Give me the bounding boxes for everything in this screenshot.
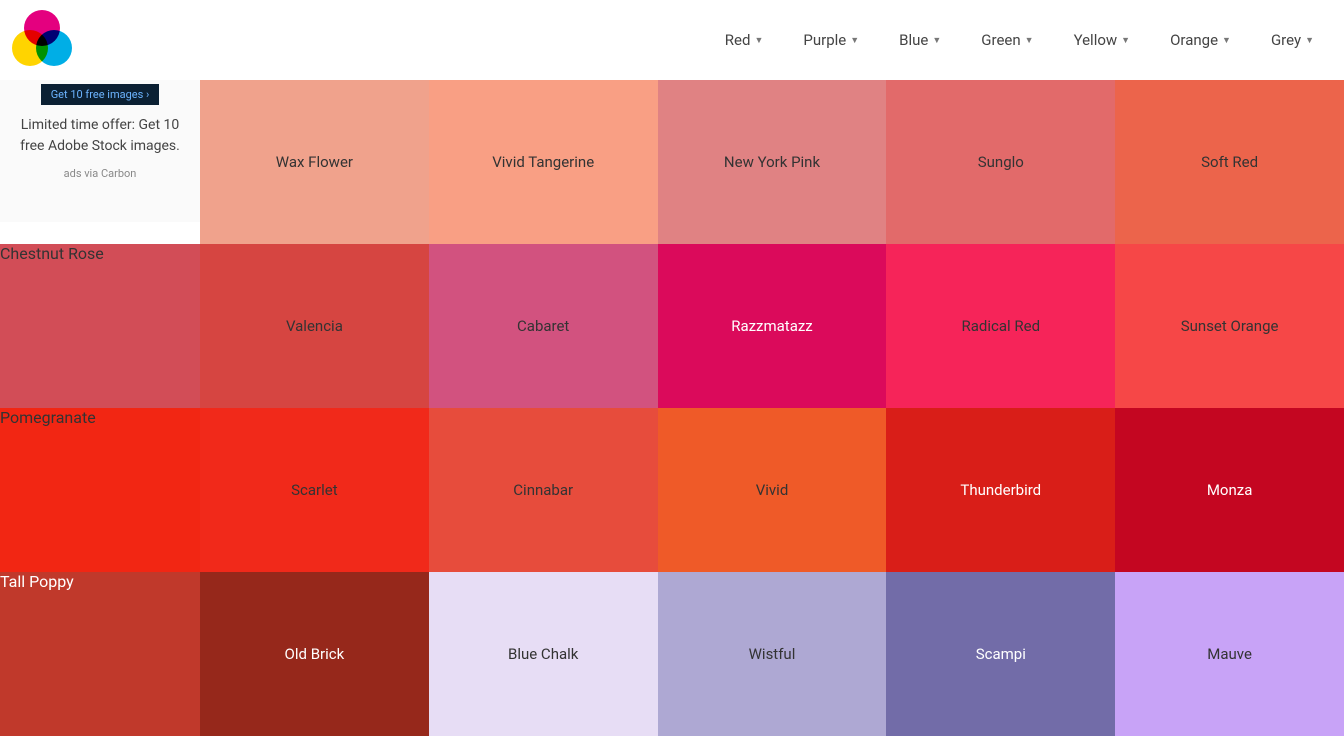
swatch-monza[interactable]: Monza xyxy=(1115,408,1344,572)
swatch-label: Scampi xyxy=(976,645,1026,663)
swatch-new-york-pink[interactable]: New York Pink xyxy=(658,80,887,244)
nav-green[interactable]: Green ▼ xyxy=(981,31,1033,49)
logo[interactable] xyxy=(10,8,74,72)
swatch-razzmatazz[interactable]: Razzmatazz xyxy=(658,244,887,408)
chevron-down-icon: ▼ xyxy=(754,35,763,46)
swatch-label: New York Pink xyxy=(724,153,820,171)
swatch-label: Wax Flower xyxy=(276,153,353,171)
swatch-sunglo[interactable]: Sunglo xyxy=(886,80,1115,244)
nav-label: Blue xyxy=(899,31,928,49)
swatch-tall-poppy[interactable]: Tall Poppy xyxy=(0,572,200,736)
chevron-down-icon: ▼ xyxy=(932,35,941,46)
swatch-label: Tall Poppy xyxy=(0,572,74,591)
color-grid: Get 10 free images › Limited time offer:… xyxy=(0,80,1344,736)
nav-blue[interactable]: Blue ▼ xyxy=(899,31,941,49)
swatch-label: Radical Red xyxy=(962,317,1041,335)
nav-label: Orange xyxy=(1170,31,1218,49)
nav-grey[interactable]: Grey ▼ xyxy=(1271,31,1314,49)
chevron-down-icon: ▼ xyxy=(1222,35,1231,46)
swatch-label: Sunset Orange xyxy=(1181,317,1279,335)
swatch-label: Wistful xyxy=(749,645,796,663)
swatch-thunderbird[interactable]: Thunderbird xyxy=(886,408,1115,572)
swatch-sunset-orange[interactable]: Sunset Orange xyxy=(1115,244,1344,408)
swatch-old-brick[interactable]: Old Brick xyxy=(200,572,429,736)
swatch-label: Chestnut Rose xyxy=(0,244,104,263)
swatch-radical-red[interactable]: Radical Red xyxy=(886,244,1115,408)
swatch-label: Soft Red xyxy=(1201,153,1258,171)
ad-badge: Get 10 free images › xyxy=(41,84,160,105)
main-nav: Red▼ Purple▼ Blue▼ Green▼ Yellow▼ Orange… xyxy=(725,31,1324,49)
swatch-label: Old Brick xyxy=(285,645,345,663)
swatch-label: Sunglo xyxy=(978,153,1024,171)
swatch-scarlet[interactable]: Scarlet xyxy=(200,408,429,572)
swatch-label: Cinnabar xyxy=(513,481,573,499)
swatch-cabaret[interactable]: Cabaret xyxy=(429,244,658,408)
chevron-down-icon: ▼ xyxy=(1305,35,1314,46)
swatch-valencia[interactable]: Valencia xyxy=(200,244,429,408)
swatch-label: Vivid Tangerine xyxy=(492,153,594,171)
nav-label: Grey xyxy=(1271,31,1301,49)
ad-text: Limited time offer: Get 10 free Adobe St… xyxy=(12,115,188,157)
swatch-mauve[interactable]: Mauve xyxy=(1115,572,1344,736)
nav-label: Yellow xyxy=(1074,31,1118,49)
swatch-label: Valencia xyxy=(286,317,343,335)
chevron-down-icon: ▼ xyxy=(850,35,859,46)
swatch-label: Scarlet xyxy=(291,481,338,499)
swatch-blue-chalk[interactable]: Blue Chalk xyxy=(429,572,658,736)
swatch-soft-red[interactable]: Soft Red xyxy=(1115,80,1344,244)
nav-label: Green xyxy=(981,31,1020,49)
swatch-chestnut-rose[interactable]: Chestnut Rose xyxy=(0,244,200,408)
swatch-label: Monza xyxy=(1207,481,1253,499)
swatch-label: Vivid xyxy=(756,481,789,499)
swatch-vivid-tangerine[interactable]: Vivid Tangerine xyxy=(429,80,658,244)
ad-cell[interactable]: Get 10 free images › Limited time offer:… xyxy=(0,80,200,222)
chevron-down-icon: ▼ xyxy=(1121,35,1130,46)
ad-via: ads via Carbon xyxy=(64,167,137,180)
nav-label: Red xyxy=(725,31,751,49)
nav-yellow[interactable]: Yellow▼ xyxy=(1074,31,1131,49)
swatch-label: Blue Chalk xyxy=(508,645,578,663)
swatch-wax-flower[interactable]: Wax Flower xyxy=(200,80,429,244)
swatch-label: Cabaret xyxy=(517,317,569,335)
header: Red▼ Purple▼ Blue▼ Green▼ Yellow▼ Orange… xyxy=(0,0,1344,80)
swatch-pomegranate[interactable]: Pomegranate xyxy=(0,408,200,572)
swatch-label: Mauve xyxy=(1207,645,1252,663)
swatch-cinnabar[interactable]: Cinnabar xyxy=(429,408,658,572)
swatch-label: Razzmatazz xyxy=(731,317,813,335)
swatch-label: Thunderbird xyxy=(960,481,1041,499)
nav-label: Purple xyxy=(803,31,846,49)
nav-orange[interactable]: Orange ▼ xyxy=(1170,31,1231,49)
chevron-down-icon: ▼ xyxy=(1025,35,1034,46)
swatch-label: Pomegranate xyxy=(0,408,96,427)
swatch-wistful[interactable]: Wistful xyxy=(658,572,887,736)
nav-red[interactable]: Red▼ xyxy=(725,31,764,49)
swatch-vivid[interactable]: Vivid xyxy=(658,408,887,572)
swatch-scampi[interactable]: Scampi xyxy=(886,572,1115,736)
nav-purple[interactable]: Purple ▼ xyxy=(803,31,859,49)
